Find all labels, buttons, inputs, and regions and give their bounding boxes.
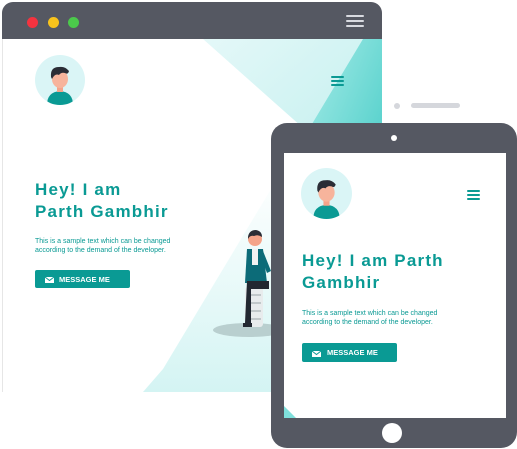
tablet-avatar [301, 168, 352, 219]
title-line-1: Hey! I am [35, 180, 122, 199]
browser-menu-icon[interactable] [346, 15, 364, 27]
tablet-avatar-illustration [313, 180, 340, 219]
tablet-title-line-2: Gambhir [302, 273, 381, 293]
minimize-window-dot[interactable] [48, 17, 59, 28]
tablet-hamburger-icon[interactable] [467, 190, 480, 200]
avatar-illustration [47, 66, 73, 105]
device-mockup-scene: Hey! I am Parth Gambhir This is a sample… [0, 0, 517, 449]
tablet-hero-description: This is a sample text which can be chang… [302, 310, 438, 327]
mail-icon [44, 276, 55, 283]
message-me-button[interactable]: MESSAGE ME [35, 270, 130, 288]
browser-titlebar [2, 2, 382, 39]
tablet-camera [391, 135, 397, 141]
tablet-title-line-1: Hey! I am Parth [302, 251, 444, 270]
avatar [35, 55, 85, 105]
phone-speaker [411, 103, 460, 108]
tablet-home-button[interactable] [382, 423, 402, 443]
hero-description: This is a sample text which can be chang… [35, 238, 171, 255]
title-line-2: Parth Gambhir [35, 202, 169, 222]
tablet-page-title: Hey! I am Parth Gambhir [302, 250, 444, 294]
tablet-device: Hey! I am Parth Gambhir This is a sample… [271, 123, 517, 448]
maximize-window-dot[interactable] [68, 17, 79, 28]
phone-camera [394, 103, 400, 109]
page-title: Hey! I am Parth Gambhir [35, 179, 169, 223]
close-window-dot[interactable] [27, 17, 38, 28]
hamburger-icon[interactable] [331, 76, 344, 86]
tablet-page: Hey! I am Parth Gambhir This is a sample… [284, 153, 506, 418]
tablet-message-me-button[interactable]: MESSAGE ME [302, 343, 397, 362]
tablet-mail-icon [311, 350, 322, 357]
message-me-label: MESSAGE ME [59, 274, 110, 284]
tablet-message-me-label: MESSAGE ME [327, 348, 378, 357]
